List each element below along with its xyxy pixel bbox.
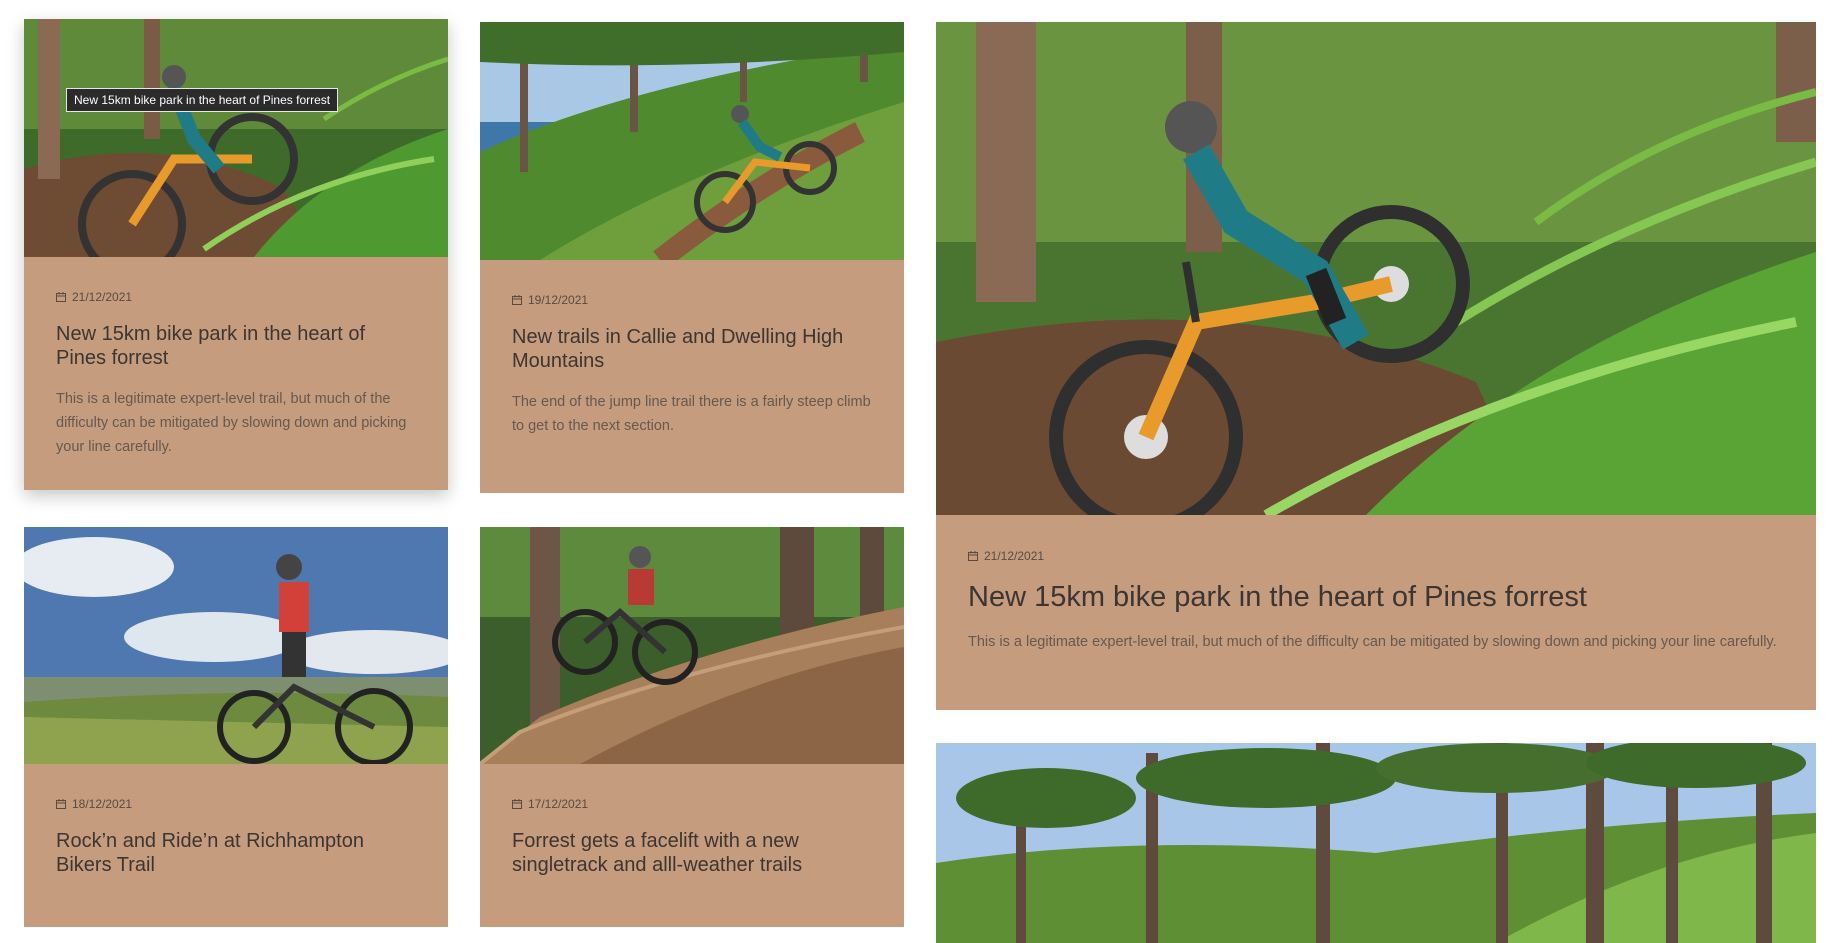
post-image[interactable] bbox=[480, 527, 904, 764]
post-title[interactable]: Forrest gets a facelift with a new singl… bbox=[512, 829, 872, 877]
post-card[interactable] bbox=[936, 743, 1816, 943]
post-image[interactable] bbox=[480, 22, 904, 260]
post-image[interactable] bbox=[936, 22, 1816, 515]
post-image[interactable] bbox=[24, 527, 448, 764]
post-date: 21/12/2021 bbox=[968, 549, 1044, 563]
post-date: 21/12/2021 bbox=[56, 290, 132, 304]
post-image[interactable] bbox=[936, 743, 1816, 943]
post-date-text: 21/12/2021 bbox=[72, 290, 133, 304]
post-date-text: 18/12/2021 bbox=[72, 797, 133, 811]
post-card[interactable]: 21/12/2021 New 15km bike park in the hea… bbox=[936, 22, 1816, 710]
title-tooltip: New 15km bike park in the heart of Pines… bbox=[66, 88, 339, 112]
post-date: 18/12/2021 bbox=[56, 797, 132, 811]
post-date: 19/12/2021 bbox=[512, 293, 588, 307]
calendar-icon bbox=[56, 799, 66, 809]
post-excerpt: This is a legitimate expert-level trail,… bbox=[968, 634, 1777, 650]
calendar-icon bbox=[512, 295, 522, 305]
post-title[interactable]: New 15km bike park in the heart of Pines… bbox=[56, 322, 416, 370]
post-image[interactable] bbox=[24, 19, 448, 257]
calendar-icon bbox=[56, 292, 66, 302]
post-date-text: 19/12/2021 bbox=[528, 293, 589, 307]
post-excerpt: This is a legitimate expert-level trail,… bbox=[56, 391, 407, 455]
post-date-text: 17/12/2021 bbox=[528, 797, 589, 811]
post-date-text: 21/12/2021 bbox=[984, 549, 1045, 563]
post-title[interactable]: New trails in Callie and Dwelling High M… bbox=[512, 325, 872, 373]
calendar-icon bbox=[512, 799, 522, 809]
post-date: 17/12/2021 bbox=[512, 797, 588, 811]
calendar-icon bbox=[968, 551, 978, 561]
post-title[interactable]: Rock’n and Ride’n at Richhampton Bikers … bbox=[56, 829, 416, 877]
post-excerpt: The end of the jump line trail there is … bbox=[512, 394, 871, 434]
post-title[interactable]: New 15km bike park in the heart of Pines… bbox=[968, 580, 1784, 615]
post-card[interactable]: 18/12/2021 Rock’n and Ride’n at Richhamp… bbox=[24, 527, 448, 927]
post-card[interactable]: 19/12/2021 New trails in Callie and Dwel… bbox=[480, 22, 904, 493]
post-card[interactable]: 17/12/2021 Forrest gets a facelift with … bbox=[480, 527, 904, 927]
